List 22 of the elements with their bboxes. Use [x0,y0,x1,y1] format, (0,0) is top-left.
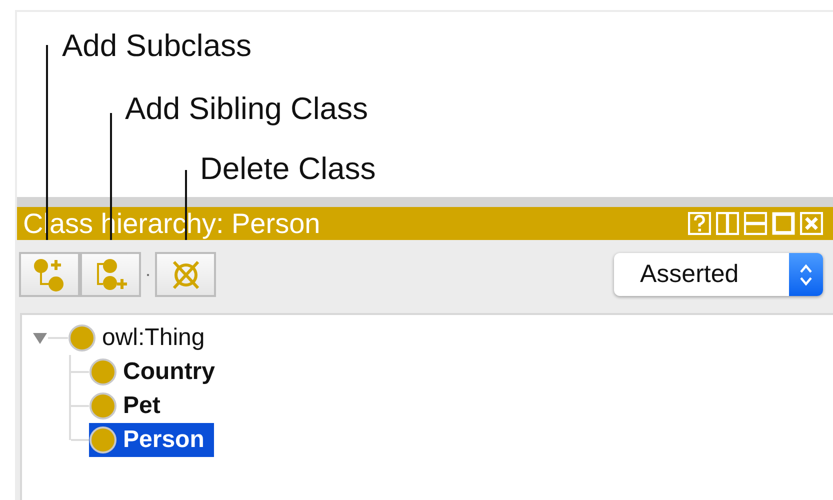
view-selector[interactable]: Asserted [614,253,823,296]
callout-label: Add Sibling Class [125,91,368,127]
tree-item[interactable]: Pet [89,389,170,423]
class-icon [89,426,117,454]
expanded-triangle-icon[interactable] [32,330,48,346]
add-subclass-button[interactable] [19,252,80,297]
callout-label: Add Subclass [62,28,252,64]
tree-item[interactable]: Person [89,423,214,457]
up-down-arrows-icon [798,262,814,288]
delete-class-button[interactable] [155,252,216,297]
class-icon [89,392,117,420]
maximize-icon[interactable] [772,212,795,235]
tree-item[interactable]: owl:Thing [68,321,215,355]
split-vertical-icon[interactable] [716,212,739,235]
class-icon [89,358,117,386]
add-sibling-class-button[interactable] [80,252,141,297]
callout-label: Delete Class [200,151,376,187]
tree-item[interactable]: Country [89,355,225,389]
close-icon[interactable] [800,212,823,235]
split-horizontal-icon[interactable] [744,212,767,235]
class-icon [68,324,96,352]
help-icon[interactable] [688,212,711,235]
